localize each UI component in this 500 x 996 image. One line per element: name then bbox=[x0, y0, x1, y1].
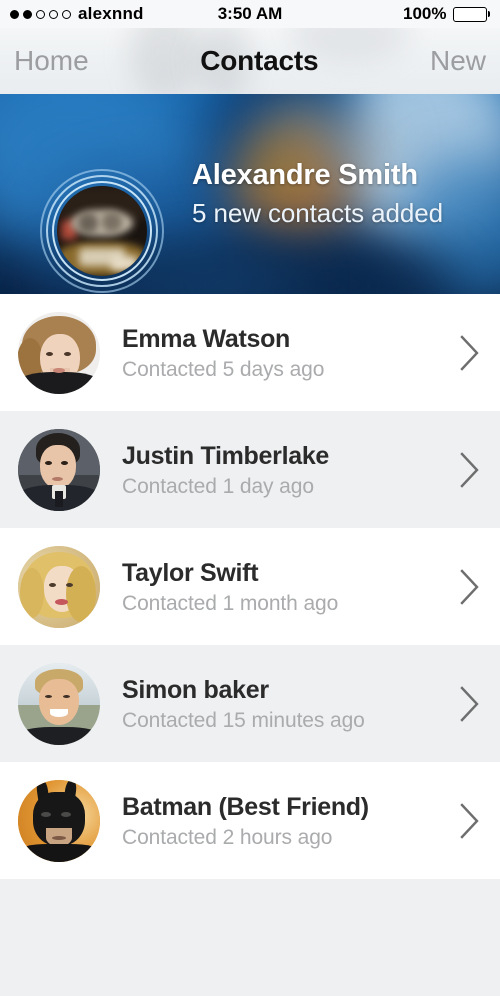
status-bar-left: alexnnd bbox=[10, 4, 250, 24]
contact-list-item[interactable]: Justin Timberlake Contacted 1 day ago bbox=[0, 411, 500, 528]
chevron-right-icon[interactable] bbox=[440, 451, 500, 489]
contact-list-item-partial[interactable] bbox=[0, 879, 500, 996]
carrier-label: alexnnd bbox=[78, 4, 144, 23]
new-contact-button[interactable]: New bbox=[430, 45, 486, 77]
contact-list-item[interactable]: Simon baker Contacted 15 minutes ago bbox=[0, 645, 500, 762]
contact-name: Batman (Best Friend) bbox=[122, 792, 369, 821]
contact-name: Emma Watson bbox=[122, 324, 291, 353]
hero-user-name: Alexandre Smith bbox=[192, 158, 418, 191]
justin-timberlake-avatar bbox=[18, 428, 100, 511]
back-button-home[interactable]: Home bbox=[14, 45, 89, 77]
status-bar: alexnnd 3:50 AM 100% bbox=[0, 0, 500, 28]
hero-subtitle: 5 new contacts added bbox=[192, 198, 443, 229]
status-bar-right: 100% bbox=[250, 4, 490, 24]
contact-name: Simon baker bbox=[122, 675, 269, 704]
chevron-right-icon[interactable] bbox=[440, 568, 500, 606]
page-title: Contacts bbox=[200, 45, 319, 76]
contact-list-item[interactable]: Batman (Best Friend) Contacted 2 hours a… bbox=[0, 762, 500, 879]
hero-avatar[interactable] bbox=[40, 169, 164, 293]
contact-list-item[interactable]: Taylor Swift Contacted 1 month ago bbox=[0, 528, 500, 645]
contact-info: Emma Watson Contacted 5 days ago bbox=[100, 324, 440, 382]
navigation-bar: Home Contacts New bbox=[0, 28, 500, 94]
contact-info: Simon baker Contacted 15 minutes ago bbox=[100, 675, 440, 733]
hero-text-block: Alexandre Smith 5 new contacts added bbox=[192, 159, 443, 229]
contact-name: Justin Timberlake bbox=[122, 441, 330, 470]
contact-info: Justin Timberlake Contacted 1 day ago bbox=[100, 441, 440, 499]
contact-last-contacted: Contacted 15 minutes ago bbox=[122, 708, 365, 732]
battery-icon bbox=[452, 6, 490, 22]
chevron-right-icon[interactable] bbox=[440, 685, 500, 723]
hero-banner[interactable]: Alexandre Smith 5 new contacts added bbox=[0, 94, 500, 294]
nav-blur-decoration bbox=[130, 28, 200, 94]
contact-info: Batman (Best Friend) Contacted 2 hours a… bbox=[100, 792, 440, 850]
hero-avatar-photo bbox=[57, 186, 147, 276]
contact-info: Taylor Swift Contacted 1 month ago bbox=[100, 558, 440, 616]
batman-avatar bbox=[18, 779, 100, 862]
contact-last-contacted: Contacted 5 days ago bbox=[122, 357, 325, 381]
contact-list: Emma Watson Contacted 5 days ago Justin … bbox=[0, 294, 500, 996]
contact-list-item[interactable]: Emma Watson Contacted 5 days ago bbox=[0, 294, 500, 411]
battery-percent-label: 100% bbox=[403, 4, 447, 23]
contact-last-contacted: Contacted 1 month ago bbox=[122, 591, 339, 615]
taylor-swift-avatar bbox=[18, 545, 100, 628]
contact-name: Taylor Swift bbox=[122, 558, 259, 587]
contact-last-contacted: Contacted 1 day ago bbox=[122, 474, 314, 498]
chevron-right-icon[interactable] bbox=[440, 802, 500, 840]
chevron-right-icon[interactable] bbox=[440, 334, 500, 372]
signal-strength-icon bbox=[10, 9, 71, 19]
emma-watson-avatar bbox=[18, 311, 100, 394]
simon-baker-avatar bbox=[18, 662, 100, 745]
contact-last-contacted: Contacted 2 hours ago bbox=[122, 825, 333, 849]
